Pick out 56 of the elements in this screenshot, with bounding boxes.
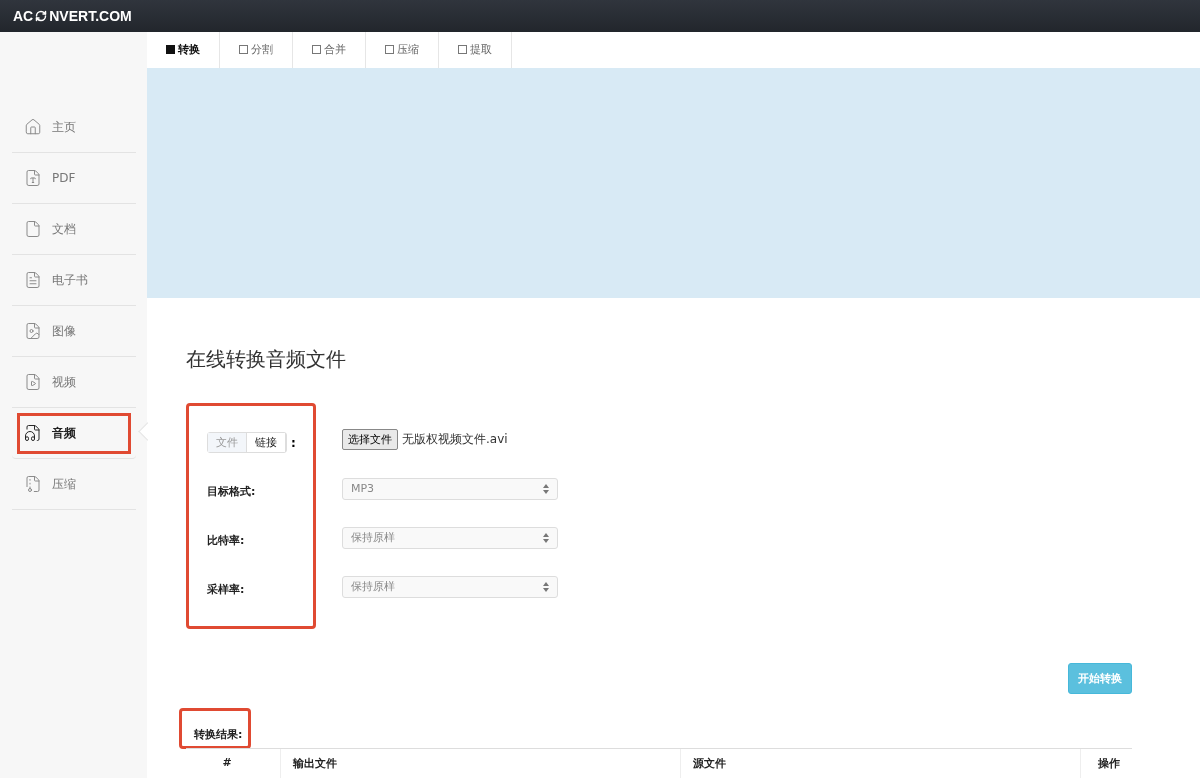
column-header: 操作 <box>1080 749 1132 778</box>
image-file-icon <box>24 322 42 340</box>
sidebar-label: 音频 <box>52 424 76 442</box>
sidebar-item[interactable]: 压缩 <box>12 459 136 510</box>
choose-file-button[interactable]: 选择文件 <box>342 429 398 450</box>
sidebar-item[interactable]: 文档 <box>12 204 136 255</box>
refresh-icon <box>35 10 48 22</box>
column-header: 输出文件 <box>280 749 680 778</box>
sidebar-label: 电子书 <box>52 271 88 289</box>
sidebar-label: 视频 <box>52 373 76 391</box>
sort-arrows-icon <box>543 532 549 543</box>
sidebar-item[interactable]: 主页 <box>12 102 136 153</box>
tab[interactable]: 合并 <box>293 32 366 68</box>
field-label: 目标格式: <box>207 484 256 499</box>
column-header: 源文件 <box>680 749 1080 778</box>
audio-file-icon <box>24 424 42 442</box>
text-file-icon <box>24 271 42 289</box>
sidebar-item[interactable]: 电子书 <box>12 255 136 306</box>
square-icon <box>239 45 248 55</box>
sidebar-item[interactable]: PDF <box>12 153 136 204</box>
sort-arrows-icon <box>543 483 549 494</box>
tab[interactable]: 压缩 <box>366 32 439 68</box>
video-file-icon <box>24 373 42 391</box>
select-field[interactable]: MP3 <box>342 477 558 500</box>
square-icon <box>166 45 175 55</box>
logo-text[interactable]: AC <box>13 8 34 24</box>
sidebar-label: 图像 <box>52 322 76 340</box>
square-icon <box>458 45 467 55</box>
select-field[interactable]: 保持原样 <box>342 526 558 549</box>
archive-file-icon <box>24 475 42 493</box>
page-title: 在线转换音频文件 <box>186 346 347 373</box>
sidebar-label: 主页 <box>52 118 76 136</box>
tab[interactable]: 分割 <box>220 32 293 68</box>
field-label: 采样率: <box>207 582 245 597</box>
home-icon <box>24 118 42 136</box>
sidebar-item[interactable]: 视频 <box>12 357 136 408</box>
file-name: 无版权视频文件.avi <box>402 431 508 448</box>
results-label: 转换结果: <box>179 708 252 749</box>
tab[interactable]: 提取 <box>439 32 512 68</box>
pdf-file-icon <box>24 169 42 187</box>
square-icon <box>312 45 321 55</box>
field-label: 比特率: <box>207 533 245 548</box>
select-field[interactable]: 保持原样 <box>342 575 558 598</box>
sidebar-item[interactable]: 图像 <box>12 306 136 357</box>
column-header: # <box>221 755 233 771</box>
sidebar-label: 文档 <box>52 220 76 238</box>
logo-text[interactable]: NVERT.COM <box>49 8 132 24</box>
sidebar-item[interactable]: 音频 <box>12 408 136 459</box>
word-file-icon <box>24 220 42 238</box>
source-toggle[interactable]: 文件 <box>208 433 247 452</box>
sort-arrows-icon <box>543 581 549 592</box>
sidebar-label: PDF <box>52 171 76 185</box>
colon-text: : <box>291 435 296 450</box>
tab[interactable]: 转换 <box>147 32 220 68</box>
square-icon <box>385 45 394 55</box>
sidebar-label: 压缩 <box>52 475 76 493</box>
